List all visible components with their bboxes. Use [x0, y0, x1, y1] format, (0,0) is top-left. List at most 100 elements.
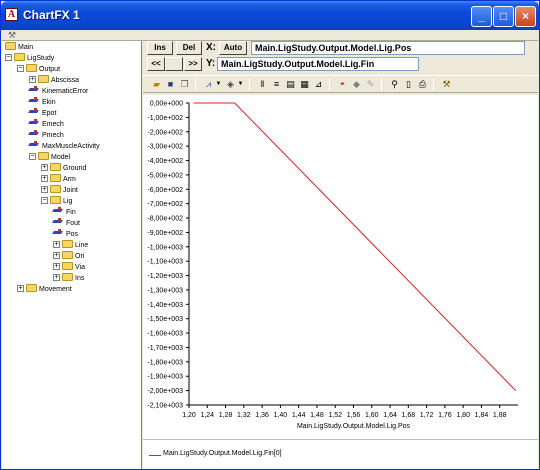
tree-node[interactable]: + Line — [53, 240, 88, 251]
folder-icon — [38, 75, 49, 83]
print-icon[interactable]: ⎙ — [417, 79, 428, 90]
tree-node[interactable]: − LigStudy — [5, 53, 54, 64]
expand-icon[interactable]: + — [41, 164, 48, 171]
page-setup-icon[interactable]: ▯ — [403, 79, 414, 90]
tree-node[interactable]: + Ori — [53, 251, 84, 262]
auto-button[interactable]: Auto — [219, 41, 247, 55]
tree-node-label: Abscissa — [51, 77, 80, 84]
expand-icon[interactable]: + — [17, 285, 24, 292]
open-icon[interactable]: ▰ — [151, 79, 162, 90]
tree-node[interactable]: KinematicError — [29, 86, 88, 97]
collapse-icon[interactable]: − — [17, 65, 24, 72]
line-chart[interactable]: 0,00e+000 -1,00e+002 -2,00e+002 -3,00e+002 -… — [143, 95, 538, 439]
tool-icon[interactable]: ⚒ — [8, 30, 16, 41]
x-tick-label: 1,44 — [292, 412, 306, 419]
x-tick-label: 1,84 — [475, 412, 489, 419]
tree-node-label: Via — [75, 264, 85, 271]
tree-node[interactable]: − Lig — [41, 196, 72, 207]
x-axis-label: X: — [206, 42, 216, 53]
tree-node[interactable]: Emech — [29, 119, 64, 130]
expand-icon[interactable]: + — [53, 263, 60, 270]
x-tick-label: 1,76 — [438, 412, 452, 419]
y-tick-label: -1,60e+003 — [147, 331, 183, 338]
tree-node[interactable]: Fin — [53, 207, 76, 218]
x-expression-field[interactable]: Main.LigStudy.Output.Model.Lig.Pos — [251, 41, 525, 55]
tree-node[interactable]: + Arm — [41, 174, 76, 185]
copy-icon[interactable]: ❐ — [179, 79, 190, 90]
y-tick-label: -1,40e+003 — [147, 302, 183, 309]
expand-icon[interactable]: + — [53, 274, 60, 281]
rotate-3d-icon[interactable]: ◓ — [337, 79, 348, 90]
tree-node[interactable]: Pos — [53, 229, 78, 240]
model-tree[interactable]: Main − LigStudy − Output + Abscissa KinematicEr… — [2, 41, 142, 469]
scroll-thumb[interactable] — [165, 57, 183, 71]
vertical-grid-icon[interactable]: ‖ — [257, 79, 268, 90]
tree-node[interactable]: + Via — [53, 262, 85, 273]
y-expression-field[interactable]: Main.LigStudy.Output.Model.Lig.Fin — [217, 57, 419, 71]
del-button[interactable]: Del — [176, 41, 202, 55]
plot-area[interactable]: 0,00e+000 -1,00e+002 -2,00e+002 -3,00e+002 -… — [143, 95, 538, 469]
chart-panel: Ins Del X: Auto Main.LigStudy.Output.Mod… — [143, 41, 538, 469]
window-title: ChartFX 1 — [23, 8, 80, 22]
signal-icon — [29, 97, 40, 105]
zoom-icon[interactable]: ⚲ — [389, 79, 400, 90]
save-icon[interactable]: ■ — [165, 79, 176, 90]
horizontal-grid-icon[interactable]: ≡ — [271, 79, 282, 90]
tree-node[interactable]: Fout — [53, 218, 80, 229]
folder-icon — [50, 163, 61, 171]
y-tick-label: -2,00e+003 — [147, 388, 183, 395]
tree-node[interactable]: Pmech — [29, 130, 64, 141]
data-grid-icon[interactable]: ▦ — [299, 79, 310, 90]
expand-icon[interactable]: + — [41, 186, 48, 193]
tree-node[interactable]: + Abscissa — [29, 75, 79, 86]
signal-icon — [53, 207, 64, 215]
tree-node[interactable]: + Movement — [17, 284, 72, 295]
axis-icon[interactable]: ⊿ — [313, 79, 324, 90]
y-tick-label: -1,00e+002 — [147, 115, 183, 122]
tools-icon[interactable]: ✎ — [365, 79, 376, 90]
tree-node-label: Pmech — [42, 132, 64, 139]
color-icon[interactable]: ◆ — [351, 79, 362, 90]
tree-node[interactable]: − Output — [17, 64, 60, 75]
tree-node[interactable]: Epot — [29, 108, 56, 119]
x-tick-label: 1,68 — [402, 412, 416, 419]
tree-node[interactable]: Ekin — [29, 97, 56, 108]
tree-node[interactable]: + Ins — [53, 273, 84, 284]
ins-button[interactable]: Ins — [147, 41, 173, 55]
properties-icon[interactable]: ⚒ — [441, 79, 452, 90]
title-bar[interactable]: A ChartFX 1 _ □ × — [1, 1, 539, 30]
folder-icon — [26, 284, 37, 292]
tree-node[interactable]: Main — [5, 42, 33, 53]
tree-node-label: Fout — [66, 220, 81, 227]
next-button[interactable]: >> — [184, 57, 202, 71]
prev-button[interactable]: << — [147, 57, 165, 71]
signal-icon — [29, 86, 40, 94]
folder-icon — [50, 174, 61, 182]
y-tick-label: -2,10e+003 — [147, 403, 183, 410]
expand-icon[interactable]: + — [41, 175, 48, 182]
expand-icon[interactable]: + — [53, 241, 60, 248]
chart-toolbar: ▰ ■ ❐ ⩘ ▼ ◈ ▼ ‖ ≡ ▤ ▦ ⊿ ◓ ◆ ✎ ⚲ ▯ ⎙ ⚒ — [143, 75, 538, 93]
x-axis-title: Main.LigStudy.Output.Model.Lig.Pos — [297, 423, 411, 430]
close-button[interactable]: × — [515, 6, 536, 27]
folder-icon — [50, 196, 61, 204]
tree-node[interactable]: + Joint — [41, 185, 78, 196]
tree-node[interactable]: + Ground — [41, 163, 86, 174]
collapse-icon[interactable]: − — [29, 153, 36, 160]
collapse-icon[interactable]: − — [41, 197, 48, 204]
expand-icon[interactable]: + — [53, 252, 60, 259]
maximize-button[interactable]: □ — [493, 6, 514, 27]
minimize-icon: _ — [478, 9, 485, 23]
chevron-down-icon[interactable]: ▼ — [213, 79, 224, 90]
tree-node[interactable]: MaxMuscleActivity — [29, 141, 100, 152]
y-tick-label: -1,20e+003 — [147, 273, 183, 280]
minimize-button[interactable]: _ — [471, 6, 492, 27]
tree-node[interactable]: − Model — [29, 152, 70, 163]
tree-node-label: Fin — [66, 209, 76, 216]
collapse-icon[interactable]: − — [5, 54, 12, 61]
expand-icon[interactable]: + — [29, 76, 36, 83]
y-tick-label: -1,80e+003 — [147, 359, 183, 366]
y-tick-label: -1,70e+003 — [147, 345, 183, 352]
legend-icon[interactable]: ▤ — [285, 79, 296, 90]
chevron-down-icon[interactable]: ▼ — [235, 79, 246, 90]
